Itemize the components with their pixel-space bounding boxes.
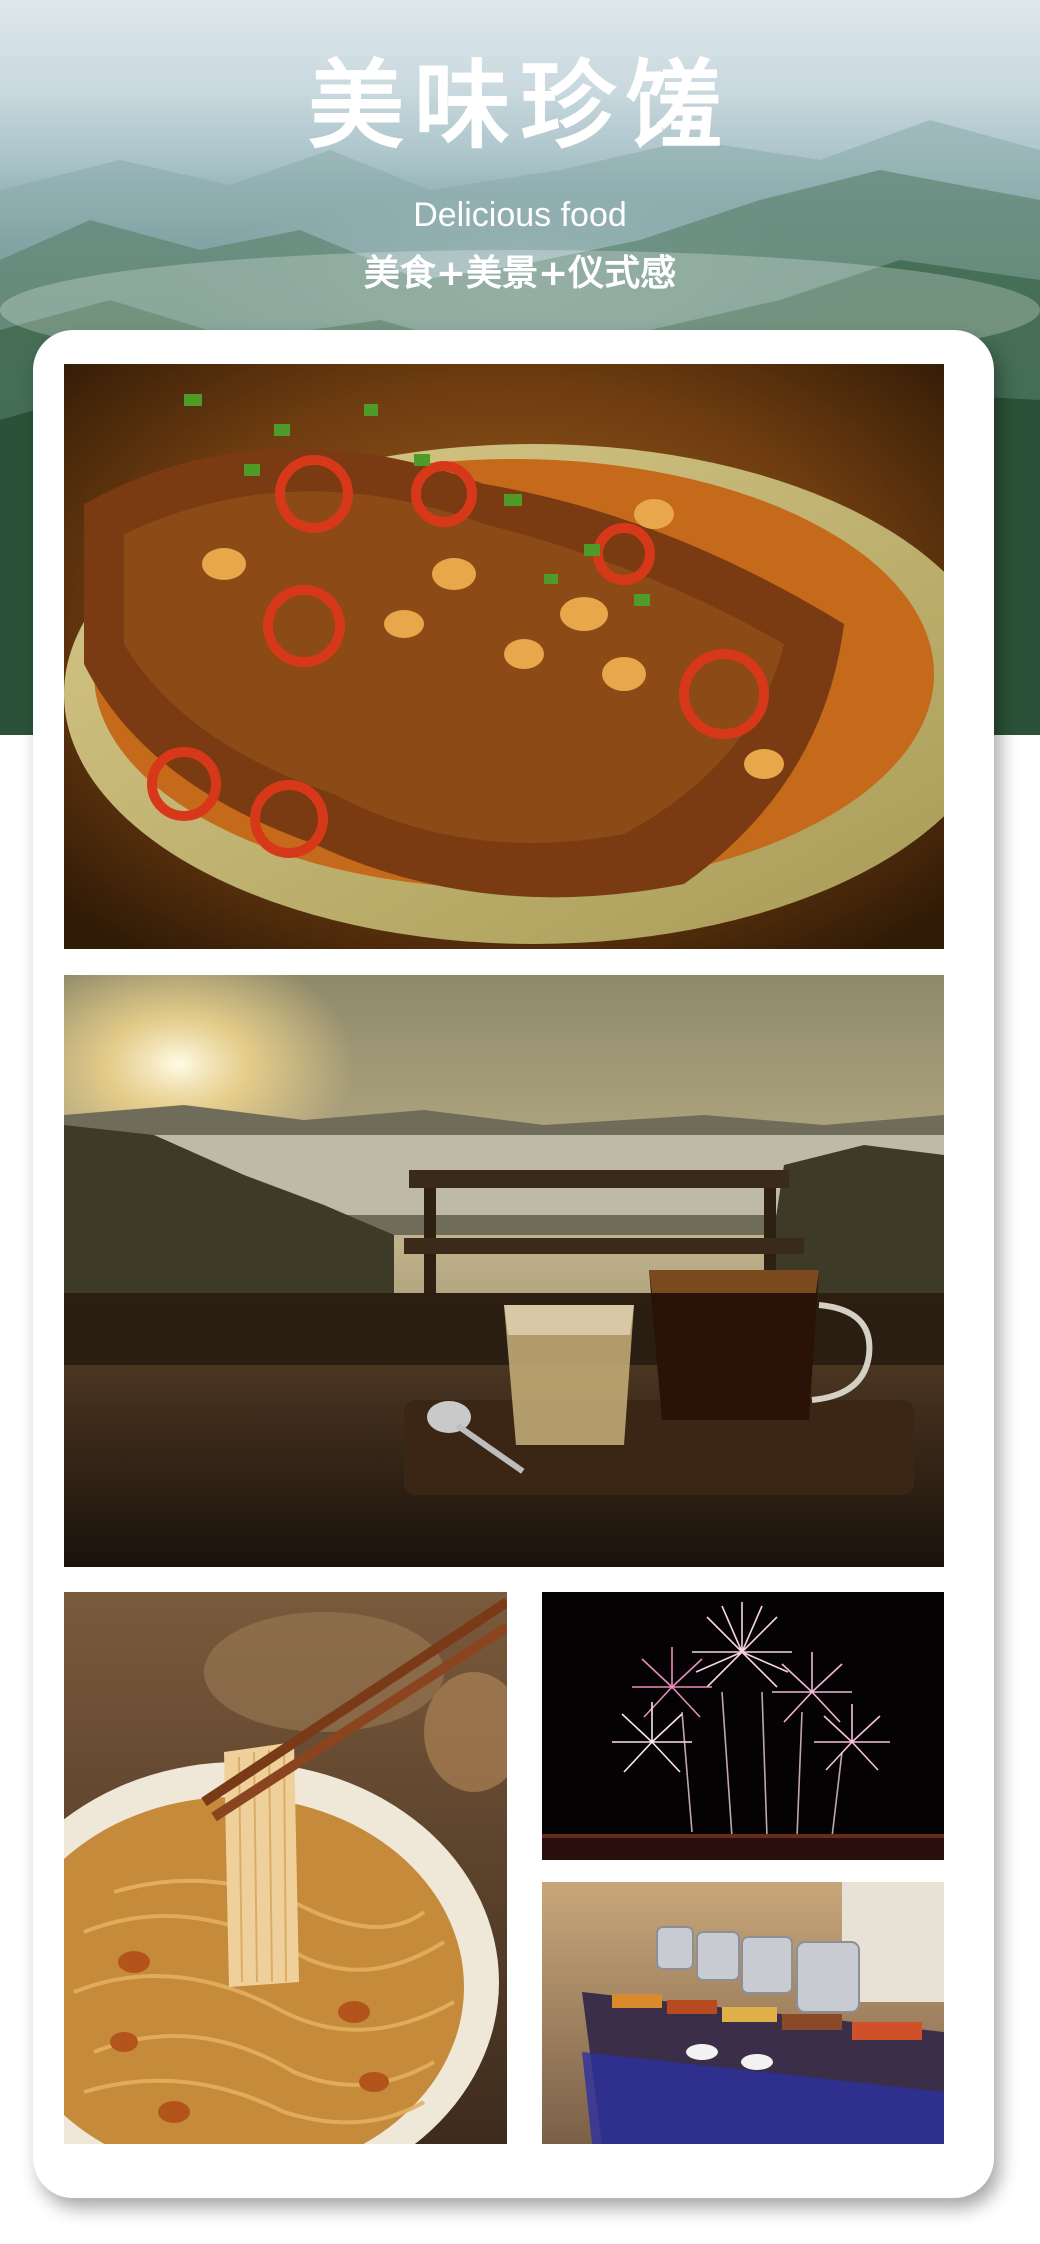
page-title: 美味珍馐 [308,50,732,162]
mountain-view-drinks-photo [64,975,944,1567]
buffet-photo [542,1882,944,2144]
page-subtitle-english: Delicious food [413,196,627,234]
fireworks-photo [542,1592,944,1860]
noodles-photo [64,1592,507,2144]
fish-dish-photo [64,364,944,949]
page-tagline: 美食+美景+仪式感 [363,253,677,294]
